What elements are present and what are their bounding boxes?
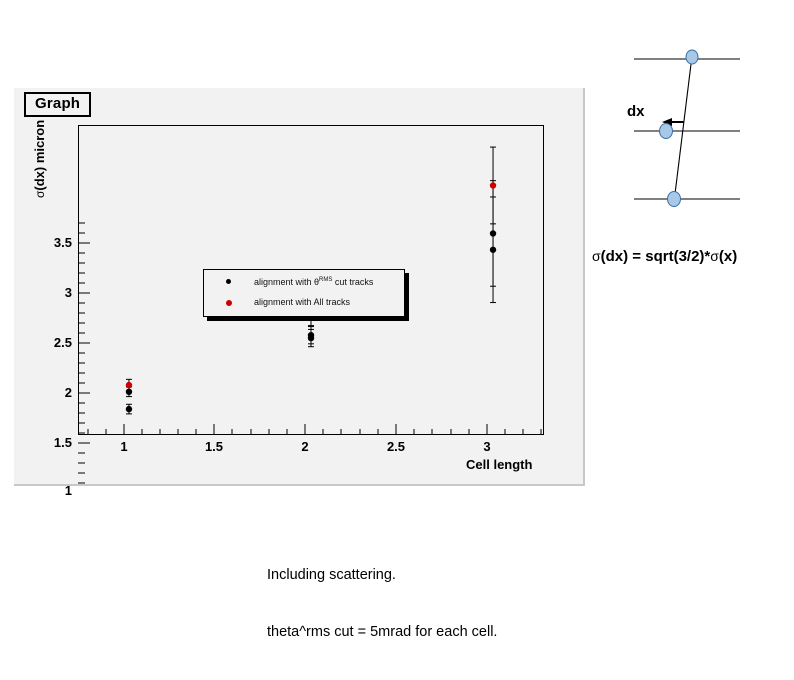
caption-line-2: theta^rms cut = 5mrad for each cell. [267,624,498,640]
track-line [673,55,693,203]
legend-marker-red-dot [226,300,232,306]
data-point [489,182,497,189]
legend-label: alignment with All tracks [254,297,351,307]
rms-superscript: RMS [319,277,333,283]
detector-planes-diagram [634,49,740,207]
caption-block: Including scattering. theta^rms cut = 5m… [267,528,497,680]
legend-entry: alignment with All tracks [204,294,404,314]
formula-tail: (x) [718,248,738,265]
graph-panel: Graph σ(dx) micron Cell length 3.5 3 2.5… [14,88,585,497]
hit-marker [685,49,699,65]
dx-annotation: dx [627,103,645,120]
data-point [125,381,133,389]
slide-canvas: Graph σ(dx) micron Cell length 3.5 3 2.5… [0,0,794,640]
data-point [307,334,315,342]
data-point [125,405,133,413]
caption-line-1: Including scattering. [267,567,396,583]
hit-markers [659,49,699,207]
legend-entry: alignment with θRMS cut tracks [204,272,404,292]
hit-marker [667,191,681,207]
sigma-formula: σ(dx) = sqrt(3/2)*σ(x) [592,248,737,265]
formula-body: (dx) = sqrt(3/2)* [600,248,711,265]
hit-marker [659,123,673,139]
data-point [489,246,497,253]
sigma-glyph: σ [710,248,719,264]
sigma-glyph: σ [592,248,601,264]
legend-label: alignment with θRMS cut tracks [254,277,374,287]
legend: alignment with θRMS cut tracks alignment… [203,269,405,317]
legend-marker-black-dot [226,279,231,284]
